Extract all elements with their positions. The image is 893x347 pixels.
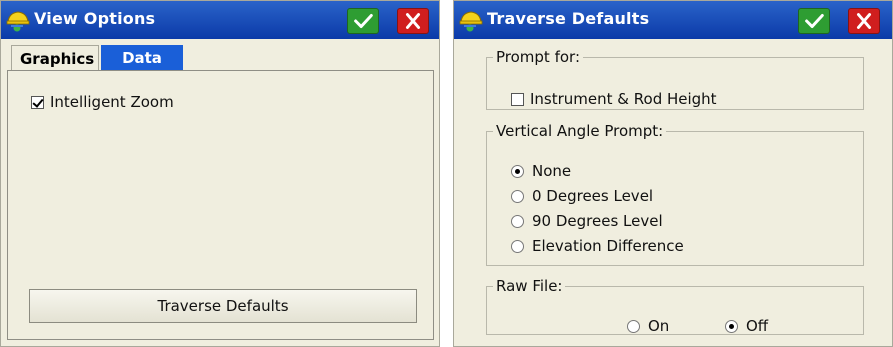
radio-90-degrees[interactable]	[511, 214, 524, 228]
vertical-angle-legend: Vertical Angle Prompt:	[496, 122, 664, 140]
ok-button[interactable]	[798, 8, 830, 34]
raw-file-off-option[interactable]: Off	[725, 317, 768, 335]
radio-option-elevation-difference[interactable]: Elevation Difference	[511, 237, 684, 255]
radio-raw-off-label: Off	[746, 317, 769, 335]
hardhat-app-icon	[459, 11, 483, 32]
check-icon	[354, 13, 373, 29]
radio-option-0-degrees[interactable]: 0 Degrees Level	[511, 187, 653, 205]
tab-graphics[interactable]: Graphics	[11, 45, 99, 71]
view-options-dialog: View Options Graphics Data Intelligent Z…	[0, 0, 440, 347]
vertical-angle-group: Vertical Angle Prompt: None 0 Degrees Le…	[486, 122, 864, 266]
ok-button[interactable]	[347, 8, 379, 34]
radio-none[interactable]	[511, 164, 524, 178]
intelligent-zoom-option[interactable]: Intelligent Zoom	[31, 93, 174, 111]
radio-0-degrees-label: 0 Degrees Level	[532, 187, 654, 205]
radio-elevation-difference-label: Elevation Difference	[532, 237, 684, 255]
close-icon	[405, 13, 421, 29]
traverse-defaults-dialog: Traverse Defaults Prompt for: Instrument…	[453, 0, 893, 347]
close-icon	[856, 13, 872, 29]
close-button[interactable]	[397, 8, 429, 34]
radio-option-90-degrees[interactable]: 90 Degrees Level	[511, 212, 663, 230]
tab-data[interactable]: Data	[101, 45, 183, 71]
radio-0-degrees[interactable]	[511, 189, 524, 203]
instrument-rod-checkbox[interactable]	[511, 92, 524, 106]
check-icon	[805, 13, 824, 29]
dialog-title: Traverse Defaults	[487, 9, 650, 28]
raw-file-legend: Raw File:	[496, 277, 563, 295]
dialog-title: View Options	[34, 9, 156, 28]
view-options-titlebar: View Options	[1, 1, 439, 39]
radio-raw-off[interactable]	[725, 319, 738, 333]
radio-raw-on-label: On	[648, 317, 670, 335]
radio-none-label: None	[532, 162, 572, 180]
traverse-defaults-button[interactable]: Traverse Defaults	[29, 289, 417, 323]
radio-90-degrees-label: 90 Degrees Level	[532, 212, 663, 230]
hardhat-app-icon	[6, 11, 30, 32]
instrument-rod-label: Instrument & Rod Height	[530, 90, 717, 108]
raw-file-group: Raw File: On Off	[486, 277, 864, 335]
close-button[interactable]	[848, 8, 880, 34]
traverse-defaults-titlebar: Traverse Defaults	[454, 1, 892, 39]
raw-file-on-option[interactable]: On	[627, 317, 669, 335]
radio-elevation-difference[interactable]	[511, 239, 524, 253]
prompt-for-group: Prompt for: Instrument & Rod Height	[486, 48, 864, 110]
radio-option-none[interactable]: None	[511, 162, 571, 180]
radio-raw-on[interactable]	[627, 319, 640, 333]
intelligent-zoom-label: Intelligent Zoom	[50, 93, 174, 111]
instrument-rod-option[interactable]: Instrument & Rod Height	[511, 90, 717, 108]
intelligent-zoom-checkbox[interactable]	[31, 95, 44, 109]
prompt-for-legend: Prompt for:	[496, 48, 580, 66]
